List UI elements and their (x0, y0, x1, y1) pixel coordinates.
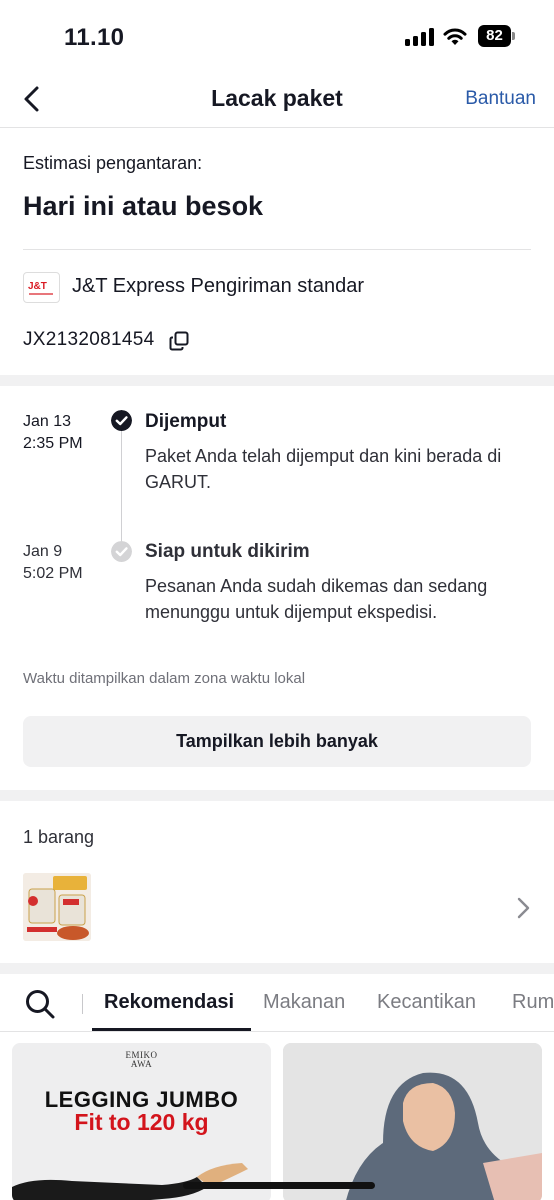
wifi-icon (443, 28, 467, 45)
event-date: Jan 9 5:02 PM (23, 543, 83, 582)
timeline-connector (121, 418, 122, 544)
item-count: 1 barang (23, 827, 95, 847)
event-title: Siap untuk dikirim (145, 541, 310, 562)
package-items[interactable]: 1 barang (0, 801, 554, 963)
battery-icon: 82 (478, 25, 516, 47)
category-tabs: Rekomendasi Makanan Kecantikan Rum (0, 974, 554, 1032)
svg-text:J&T: J&T (28, 281, 47, 292)
nav-header: Lacak paket Bantuan (0, 72, 554, 128)
brand-logo: EMIKO AWA (125, 1050, 158, 1069)
help-link[interactable]: Bantuan (465, 88, 536, 110)
courier-logo: J&T (23, 272, 60, 303)
active-tab-indicator (92, 1028, 251, 1031)
home-indicator (183, 1182, 375, 1189)
recommendation-grid: EMIKO AWA LEGGING JUMBO Fit to 120 kg (0, 1032, 554, 1200)
section-gap (0, 963, 554, 974)
battery-level: 82 (478, 25, 511, 47)
cellular-signal-icon (405, 28, 435, 46)
event-date: Jan 13 2:35 PM (23, 413, 83, 452)
product-card[interactable] (283, 1043, 542, 1200)
tab-rekomendasi[interactable]: Rekomendasi (104, 991, 234, 1014)
product-image (12, 1163, 248, 1200)
estimate-value: Hari ini atau besok (23, 191, 264, 221)
tab-rumah[interactable]: Rum (512, 991, 554, 1014)
check-circle-icon (111, 410, 132, 431)
product-image (283, 1043, 542, 1200)
product-thumbnail[interactable] (23, 873, 91, 941)
tab-divider (82, 994, 83, 1014)
search-icon[interactable] (24, 988, 56, 1020)
show-more-button[interactable]: Tampilkan lebih banyak (23, 716, 531, 767)
estimate-label: Estimasi pengantaran: (23, 153, 203, 173)
delivery-summary: Estimasi pengantaran: Hari ini atau beso… (0, 129, 554, 375)
event-description: Pesanan Anda sudah dikemas dan sedang me… (145, 576, 488, 622)
copy-icon[interactable] (169, 331, 189, 351)
product-subline: Fit to 120 kg (74, 1109, 209, 1135)
tab-makanan[interactable]: Makanan (263, 991, 345, 1014)
tracking-timeline: Jan 13 2:35 PM Dijemput Paket Anda telah… (0, 386, 554, 790)
section-gap (0, 790, 554, 801)
tracking-number: JX2132081454 (23, 329, 155, 350)
divider (23, 249, 531, 250)
event-description: Paket Anda telah dijemput dan kini berad… (145, 446, 502, 492)
status-time: 11.10 (64, 24, 125, 51)
tab-kecantikan[interactable]: Kecantikan (377, 991, 476, 1014)
check-circle-icon (111, 541, 132, 562)
status-bar: 11.10 82 (0, 0, 554, 72)
product-card[interactable]: EMIKO AWA LEGGING JUMBO Fit to 120 kg (12, 1043, 271, 1200)
timezone-note: Waktu ditampilkan dalam zona waktu lokal (23, 670, 306, 687)
event-title: Dijemput (145, 411, 227, 432)
chevron-right-icon[interactable] (516, 896, 532, 920)
courier-name: J&T Express Pengiriman standar (72, 275, 364, 297)
section-gap (0, 375, 554, 386)
